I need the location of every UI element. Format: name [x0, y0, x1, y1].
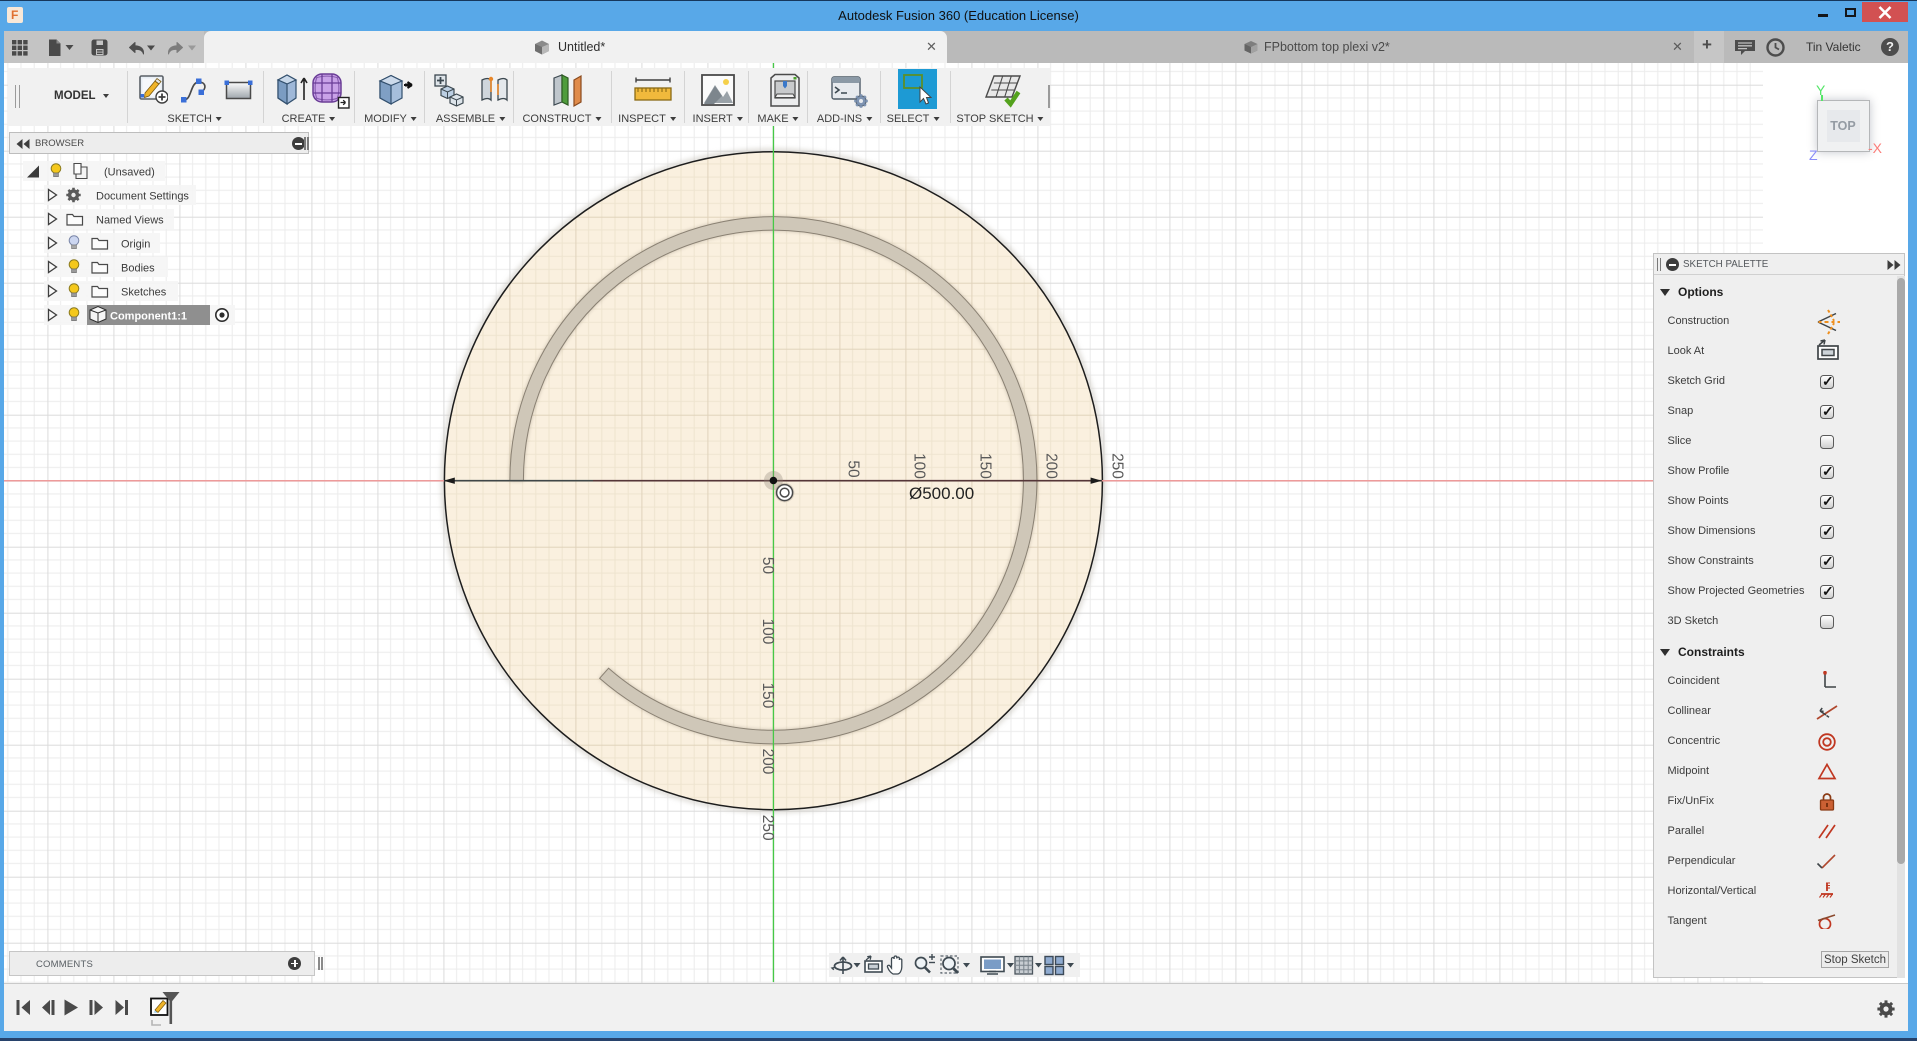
- svg-text:Sketches: Sketches: [121, 287, 167, 299]
- svg-text:(Unsaved): (Unsaved): [104, 167, 155, 179]
- svg-text:250: 250: [1109, 453, 1126, 479]
- svg-text:200: 200: [1043, 453, 1060, 479]
- svg-text:50: 50: [845, 460, 862, 478]
- svg-text:100: 100: [911, 453, 928, 479]
- svg-text:Bodies: Bodies: [121, 263, 155, 275]
- svg-text:250: 250: [759, 815, 776, 841]
- svg-text:Component1:1: Component1:1: [110, 311, 187, 323]
- svg-text:Ø500.00: Ø500.00: [909, 484, 974, 503]
- svg-text:Document Settings: Document Settings: [96, 191, 189, 203]
- svg-text:200: 200: [759, 749, 776, 775]
- svg-text:Origin: Origin: [121, 239, 150, 251]
- svg-text:100: 100: [759, 619, 776, 645]
- svg-text:150: 150: [977, 453, 994, 479]
- svg-text:150: 150: [759, 683, 776, 709]
- svg-text:Named Views: Named Views: [96, 215, 164, 227]
- svg-text:50: 50: [759, 557, 776, 575]
